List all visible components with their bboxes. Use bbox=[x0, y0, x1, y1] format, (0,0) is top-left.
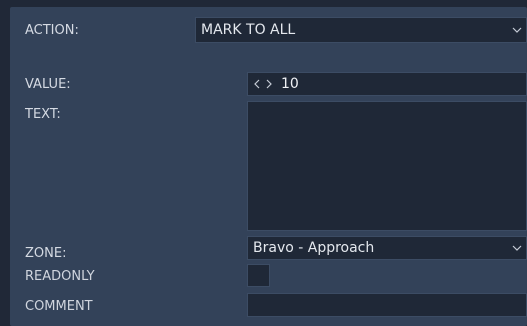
zone-row: ZONE: Bravo - Approach bbox=[10, 235, 527, 263]
readonly-row: READONLY bbox=[10, 263, 527, 293]
value-row: VALUE: 10 bbox=[10, 67, 527, 96]
action-dropdown-value: MARK TO ALL bbox=[201, 22, 296, 38]
comment-input[interactable] bbox=[247, 293, 527, 317]
zone-label: ZONE: bbox=[25, 246, 67, 261]
value-stepper-arrows bbox=[253, 78, 273, 90]
chevron-down-icon bbox=[508, 27, 526, 33]
value-stepper[interactable]: 10 bbox=[247, 72, 527, 96]
readonly-checkbox[interactable] bbox=[247, 264, 270, 287]
comment-label: COMMENT bbox=[25, 299, 93, 314]
action-dropdown[interactable]: MARK TO ALL bbox=[195, 17, 527, 43]
text-area[interactable] bbox=[247, 101, 527, 231]
value-label: VALUE: bbox=[25, 77, 71, 92]
text-label: TEXT: bbox=[25, 107, 61, 122]
chevron-down-icon bbox=[508, 245, 526, 251]
zone-dropdown-value: Bravo - Approach bbox=[253, 240, 375, 256]
properties-panel: ACTION: MARK TO ALL VALUE: 10 TEXT: ZONE… bbox=[10, 7, 527, 326]
chevron-right-icon[interactable] bbox=[265, 78, 273, 90]
value-stepper-number: 10 bbox=[281, 76, 299, 92]
action-label: ACTION: bbox=[25, 23, 79, 38]
action-row: ACTION: MARK TO ALL bbox=[10, 7, 527, 43]
readonly-label: READONLY bbox=[25, 269, 95, 284]
zone-dropdown[interactable]: Bravo - Approach bbox=[247, 236, 527, 260]
chevron-left-icon[interactable] bbox=[253, 78, 261, 90]
comment-row: COMMENT bbox=[10, 291, 527, 321]
text-row: TEXT: bbox=[10, 99, 527, 239]
